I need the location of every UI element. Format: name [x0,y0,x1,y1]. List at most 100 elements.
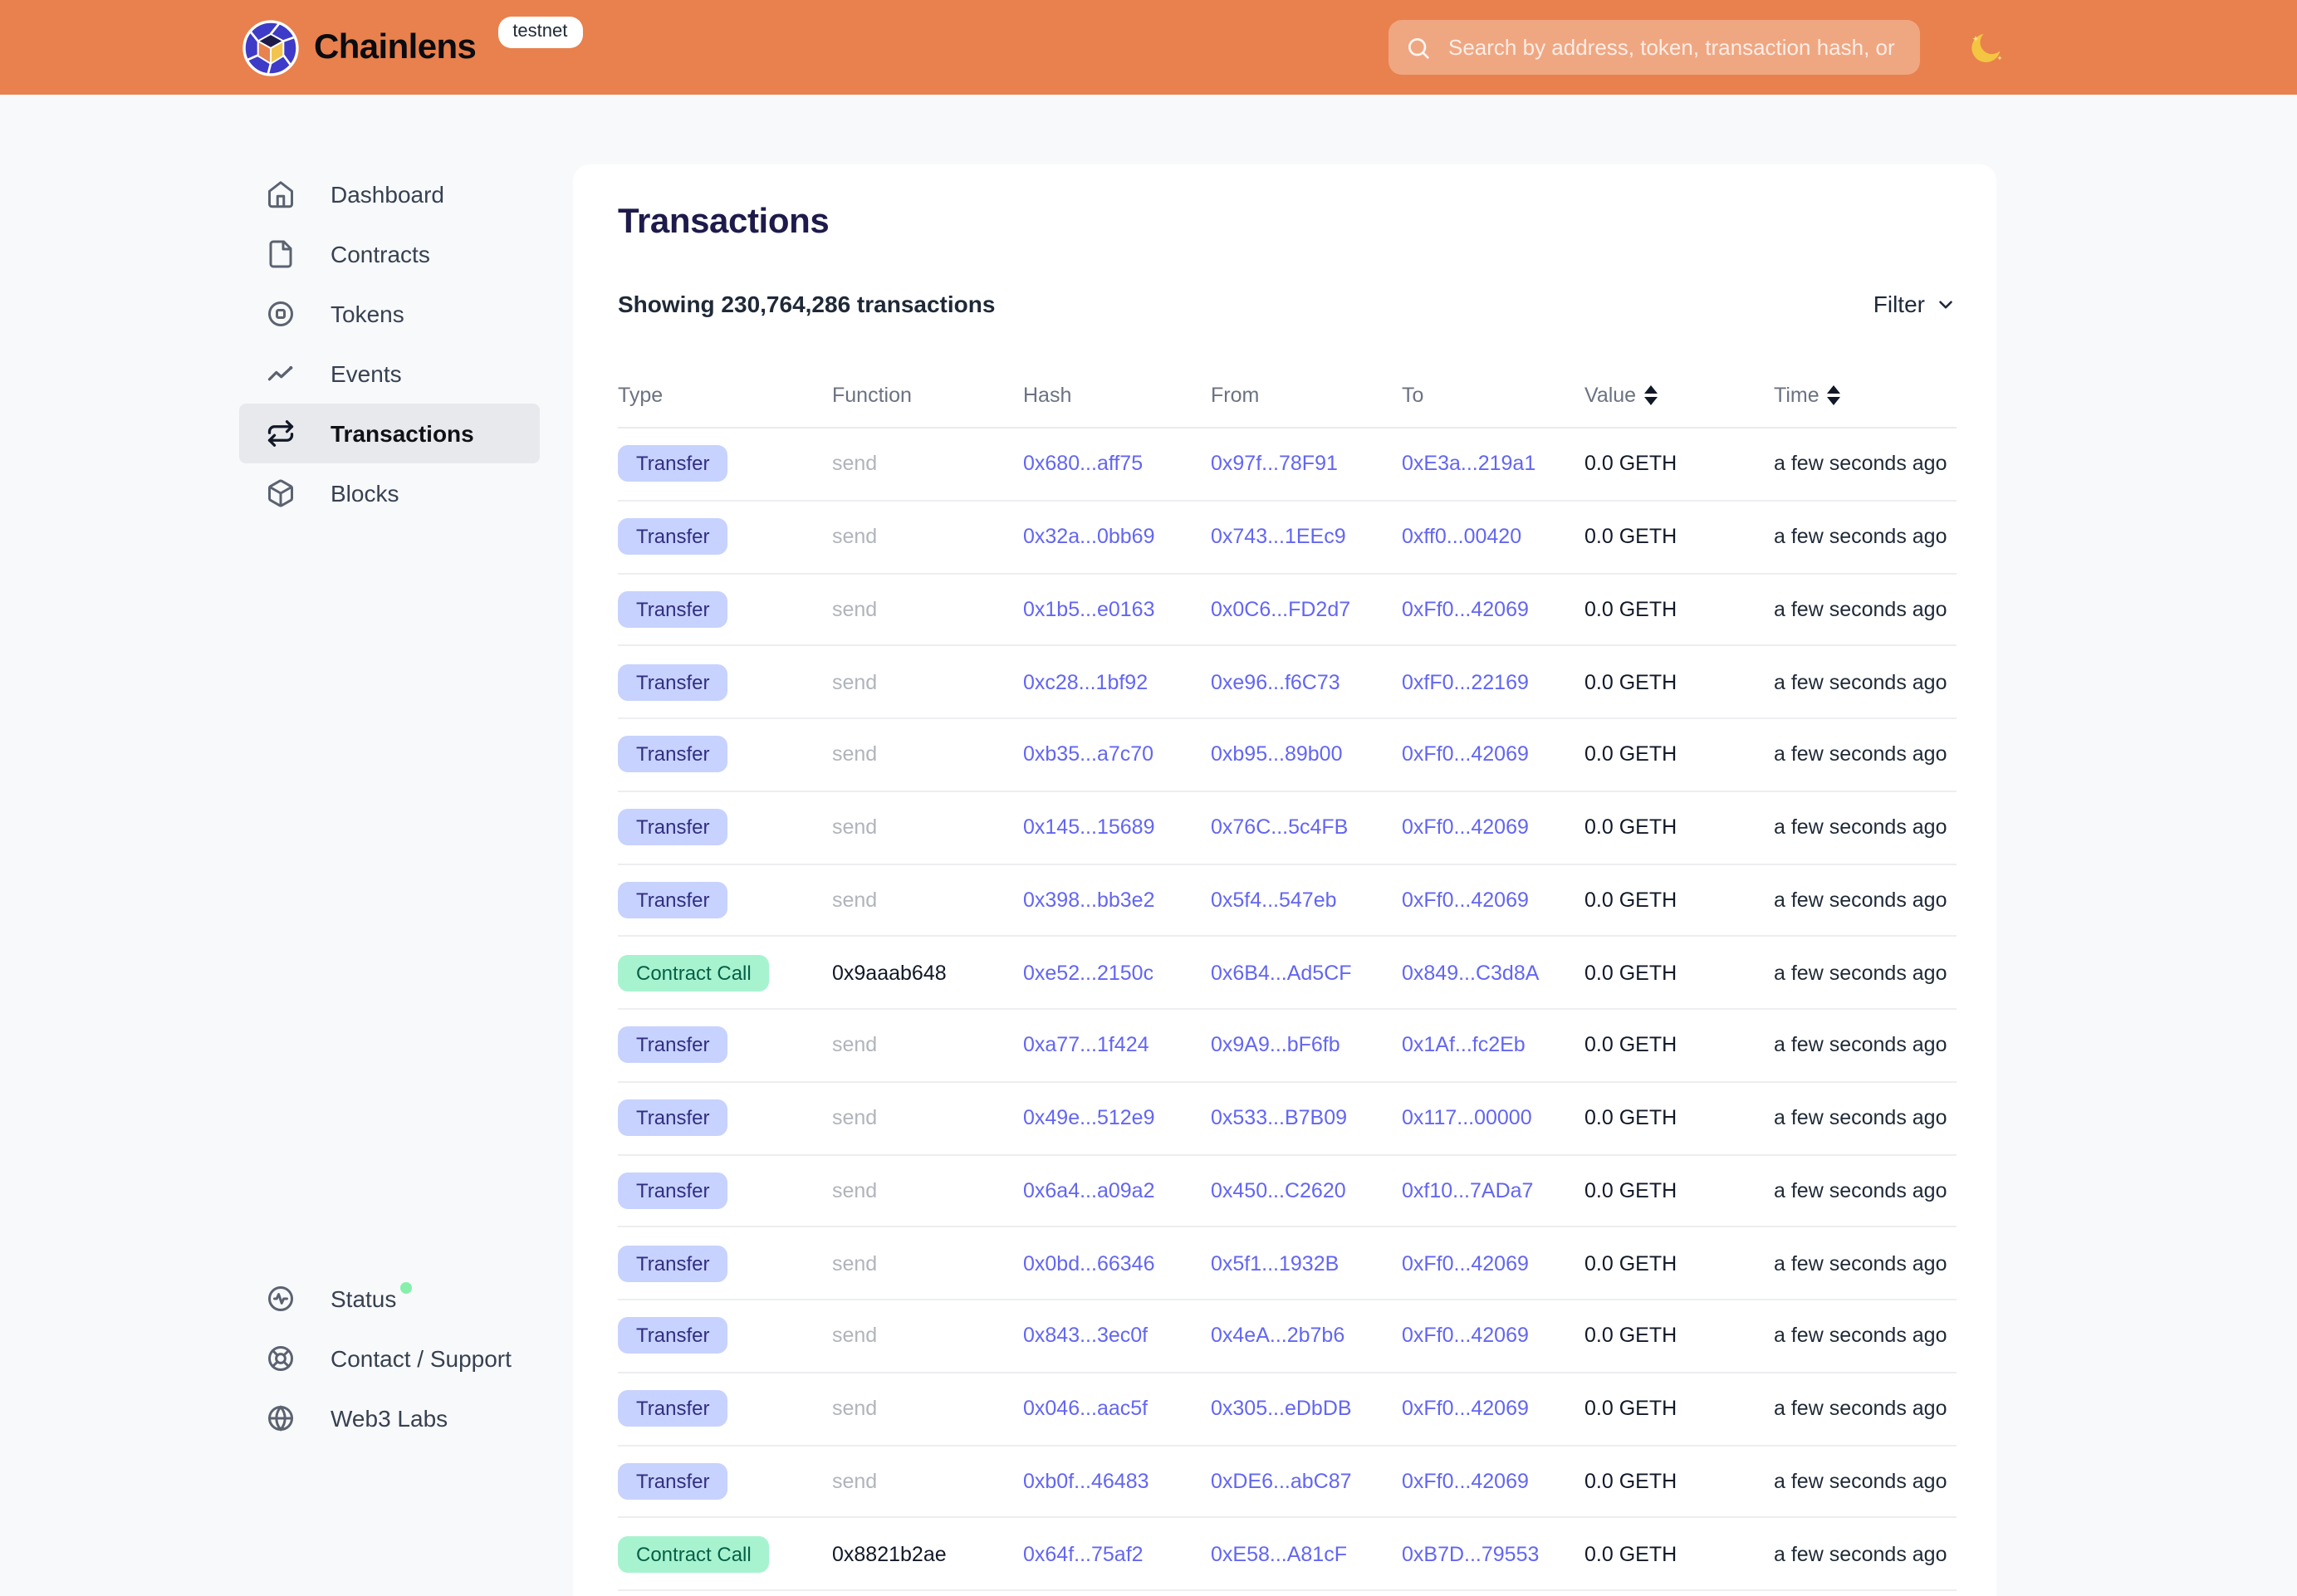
value-cell: 0.0 GETH [1584,815,1774,839]
column-header-type: Type [618,383,832,406]
hash-link[interactable]: 0x145...15689 [1023,815,1211,839]
to-address-link[interactable]: 0xFf0...42069 [1402,1397,1584,1420]
transaction-row: Transfer send 0x145...15689 0x76C...5c4F… [618,792,1957,865]
hash-link[interactable]: 0xb0f...46483 [1023,1470,1211,1493]
column-header-value[interactable]: Value [1584,383,1774,406]
from-address-link[interactable]: 0x5f4...547eb [1211,889,1402,912]
time-cell: a few seconds ago [1774,1397,1957,1420]
sidebar-item-contracts[interactable]: Contracts [239,224,540,284]
from-address-link[interactable]: 0x97f...78F91 [1211,453,1402,476]
status-pulse-icon [266,1284,296,1314]
function-cell: send [832,525,1023,548]
hash-link[interactable]: 0xe52...2150c [1023,961,1211,984]
value-cell: 0.0 GETH [1584,1542,1774,1565]
to-address-link[interactable]: 0xFf0...42069 [1402,1470,1584,1493]
from-address-link[interactable]: 0xE58...A81cF [1211,1542,1402,1565]
value-cell: 0.0 GETH [1584,1106,1774,1129]
transaction-row: Transfer send 0x680...aff75 0x97f...78F9… [618,428,1957,502]
sidebar-item-events[interactable]: Events [239,344,540,404]
to-address-link[interactable]: 0xf10...7ADa7 [1402,1179,1584,1202]
activity-line-icon [266,359,296,389]
to-address-link[interactable]: 0x1Af...fc2Eb [1402,1034,1584,1057]
hash-link[interactable]: 0x0bd...66346 [1023,1251,1211,1275]
from-address-link[interactable]: 0xb95...89b00 [1211,743,1402,766]
from-address-link[interactable]: 0x76C...5c4FB [1211,815,1402,839]
sidebar-item-status[interactable]: Status [239,1269,540,1329]
from-address-link[interactable]: 0x9A9...bF6fb [1211,1034,1402,1057]
transactions-count: Showing 230,764,286 transactions [618,291,995,317]
from-address-link[interactable]: 0x743...1EEc9 [1211,525,1402,548]
sort-icon[interactable] [1644,384,1658,404]
to-address-link[interactable]: 0xB7D...79553 [1402,1542,1584,1565]
hash-link[interactable]: 0x1b5...e0163 [1023,598,1211,621]
search-bar[interactable] [1388,20,1920,75]
sidebar-item-dashboard[interactable]: Dashboard [239,164,540,224]
to-address-link[interactable]: 0xFf0...42069 [1402,815,1584,839]
from-address-link[interactable]: 0x533...B7B09 [1211,1106,1402,1129]
token-icon [266,299,296,329]
from-address-link[interactable]: 0xDE6...abC87 [1211,1470,1402,1493]
brand-area[interactable]: Chainlens testnet [242,0,582,95]
from-address-link[interactable]: 0xe96...f6C73 [1211,670,1402,693]
sidebar: Dashboard Contracts Tokens Events Transa… [239,164,540,523]
function-cell: send [832,743,1023,766]
sidebar-item-blocks[interactable]: Blocks [239,463,540,523]
to-address-link[interactable]: 0xFf0...42069 [1402,743,1584,766]
sidebar-item-label: Transactions [331,420,474,447]
hash-link[interactable]: 0x398...bb3e2 [1023,889,1211,912]
transaction-row: Transfer send 0x046...aac5f 0x305...eDbD… [618,1373,1957,1447]
hash-link[interactable]: 0xa77...1f424 [1023,1034,1211,1057]
from-address-link[interactable]: 0x4eA...2b7b6 [1211,1324,1402,1348]
sidebar-item-label: Contracts [331,241,430,267]
to-address-link[interactable]: 0xE3a...219a1 [1402,453,1584,476]
to-address-link[interactable]: 0xfF0...22169 [1402,670,1584,693]
top-bar: Chainlens testnet [0,0,2297,95]
column-header-time[interactable]: Time [1774,383,1957,406]
type-badge: Transfer [618,663,727,700]
from-address-link[interactable]: 0x6B4...Ad5CF [1211,961,1402,984]
type-badge: Transfer [618,1390,727,1427]
sidebar-item-web3-labs[interactable]: Web3 Labs [239,1388,540,1448]
type-badge: Transfer [618,591,727,628]
filter-button[interactable]: Filter [1873,291,1957,317]
to-address-link[interactable]: 0xFf0...42069 [1402,1324,1584,1348]
sidebar-item-contact-support[interactable]: Contact / Support [239,1329,540,1388]
hash-link[interactable]: 0x6a4...a09a2 [1023,1179,1211,1202]
transaction-row: Transfer send 0xa77...1f424 0x9A9...bF6f… [618,1010,1957,1083]
hash-link[interactable]: 0xb35...a7c70 [1023,743,1211,766]
hash-link[interactable]: 0x32a...0bb69 [1023,525,1211,548]
to-address-link[interactable]: 0x849...C3d8A [1402,961,1584,984]
from-address-link[interactable]: 0x450...C2620 [1211,1179,1402,1202]
sort-icon[interactable] [1828,384,1841,404]
hash-link[interactable]: 0x49e...512e9 [1023,1106,1211,1129]
function-cell: send [832,889,1023,912]
from-address-link[interactable]: 0x5f1...1932B [1211,1251,1402,1275]
to-address-link[interactable]: 0xFf0...42069 [1402,1251,1584,1275]
theme-toggle[interactable] [1966,28,2006,68]
app-window: Chainlens testnet Dashboard [0,0,2297,1596]
function-cell: send [832,815,1023,839]
type-badge: Transfer [618,1318,727,1354]
time-cell: a few seconds ago [1774,670,1957,693]
sidebar-item-transactions[interactable]: Transactions [239,404,540,463]
from-address-link[interactable]: 0x305...eDbDB [1211,1397,1402,1420]
column-header-to: To [1402,383,1584,406]
type-badge: Transfer [618,809,727,845]
search-icon [1405,34,1432,61]
type-badge: Transfer [618,1245,727,1281]
search-input[interactable] [1445,33,1903,61]
hash-link[interactable]: 0x64f...75af2 [1023,1542,1211,1565]
from-address-link[interactable]: 0x0C6...FD2d7 [1211,598,1402,621]
sidebar-item-tokens[interactable]: Tokens [239,284,540,344]
hash-link[interactable]: 0x046...aac5f [1023,1397,1211,1420]
hash-link[interactable]: 0xc28...1bf92 [1023,670,1211,693]
hash-link[interactable]: 0x680...aff75 [1023,453,1211,476]
to-address-link[interactable]: 0xff0...00420 [1402,525,1584,548]
to-address-link[interactable]: 0xFf0...42069 [1402,889,1584,912]
value-cell: 0.0 GETH [1584,1251,1774,1275]
to-address-link[interactable]: 0xFf0...42069 [1402,598,1584,621]
time-cell: a few seconds ago [1774,1542,1957,1565]
time-cell: a few seconds ago [1774,525,1957,548]
to-address-link[interactable]: 0x117...00000 [1402,1106,1584,1129]
hash-link[interactable]: 0x843...3ec0f [1023,1324,1211,1348]
